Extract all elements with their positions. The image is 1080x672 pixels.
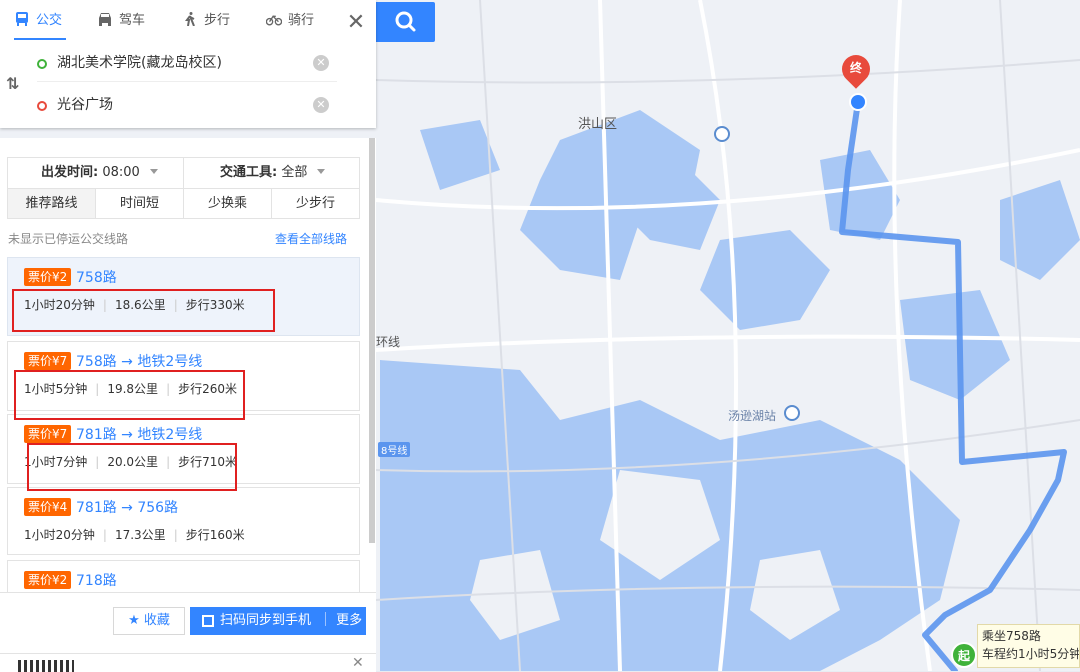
- tab-bike[interactable]: 骑行: [266, 0, 314, 40]
- map-label-ring: 环线: [376, 335, 401, 349]
- sync-label: 扫码同步到手机: [220, 613, 312, 628]
- clear-origin-icon[interactable]: ✕: [313, 55, 329, 71]
- map-label-station: 汤逊湖站: [728, 409, 777, 423]
- more-button[interactable]: 更多: [336, 613, 362, 628]
- tab-walk-label: 步行: [204, 13, 231, 28]
- tab-bike-label: 骑行: [288, 13, 315, 28]
- tooltip-line1: 乘坐758路: [982, 629, 1041, 643]
- tab-recommended[interactable]: 推荐路线: [8, 189, 95, 218]
- map-label-district: 洪山区: [578, 117, 618, 132]
- bottom-strip: ✕: [0, 653, 376, 672]
- highlight-box: [27, 443, 237, 491]
- fare-badge: 票价¥2: [24, 571, 72, 589]
- fare-badge: 票价¥7: [24, 425, 72, 443]
- tab-drive[interactable]: 驾车: [97, 0, 145, 40]
- origin-field[interactable]: 湖北美术学院(藏龙岛校区) ✕: [37, 45, 337, 82]
- car-icon: [99, 13, 111, 26]
- walk-icon: [185, 12, 195, 26]
- favorite-button[interactable]: ★ 收藏: [113, 607, 185, 635]
- show-all-link[interactable]: 查看全部线路: [275, 230, 347, 247]
- bike-icon: [266, 15, 282, 26]
- qr-thumbnail-icon: [18, 660, 74, 672]
- swap-icon[interactable]: ⇅: [6, 74, 19, 93]
- sync-to-phone-button[interactable]: 扫码同步到手机 更多: [190, 607, 366, 635]
- tab-bus[interactable]: 公交: [14, 0, 66, 40]
- filter-bar: 出发时间: 08:00 交通工具: 全部 推荐路线 时间短 少换乘 少步行: [7, 157, 360, 219]
- origin-dot-icon: [37, 59, 47, 69]
- highlight-box: [14, 370, 245, 420]
- route-name: 758路 → 地铁2号线: [76, 354, 203, 370]
- route-name: 781路 → 756路: [76, 500, 179, 516]
- origin-text: 湖北美术学院(藏龙岛校区): [57, 55, 222, 71]
- favorite-label: 收藏: [143, 613, 170, 628]
- depart-label: 出发时间:: [41, 165, 99, 180]
- route-input-panel: 公交 驾车 步行 骑行 ✕ ⇅ 湖北美术学院(藏龙岛校区) ✕ 光谷广场 ✕: [0, 0, 376, 128]
- transport-label: 交通工具:: [220, 165, 278, 180]
- map-label-line8: 8号线: [378, 442, 411, 457]
- transport-select[interactable]: 交通工具: 全部: [220, 158, 326, 188]
- depart-time-select[interactable]: 出发时间: 08:00: [41, 158, 158, 188]
- tab-walk[interactable]: 步行: [182, 0, 230, 40]
- depart-value: 08:00: [102, 165, 140, 180]
- end-marker-label: 终: [849, 61, 862, 75]
- bus-stop-icon: [849, 93, 867, 111]
- fare-badge: 票价¥4: [24, 498, 72, 516]
- notice-text: 未显示已停运公交线路: [8, 232, 129, 246]
- action-footer: ★ 收藏 扫码同步到手机 更多: [0, 592, 376, 653]
- search-button[interactable]: [376, 2, 435, 42]
- fare-badge: 票价¥2: [24, 268, 72, 286]
- tab-fewest-transfers[interactable]: 少换乘: [183, 189, 271, 218]
- destination-field[interactable]: 光谷广场 ✕: [37, 87, 337, 123]
- fare-badge: 票价¥7: [24, 352, 72, 370]
- search-icon: [395, 11, 416, 32]
- chevron-down-icon: [149, 169, 158, 174]
- route-time: 1小时20分钟: [24, 528, 95, 542]
- start-marker-label: 起: [957, 649, 970, 663]
- route-distance: 17.3公里: [114, 528, 166, 542]
- tab-shortest-time[interactable]: 时间短: [95, 189, 183, 218]
- clear-destination-icon[interactable]: ✕: [313, 97, 329, 113]
- tab-bus-label: 公交: [36, 13, 63, 28]
- scrollbar[interactable]: [369, 138, 375, 543]
- destination-text: 光谷广场: [57, 97, 113, 113]
- route-walk: 步行160米: [185, 528, 245, 542]
- route-info: 1小时20分钟 | 17.3公里 | 步行160米: [24, 528, 245, 542]
- destination-dot-icon: [37, 101, 47, 111]
- highlight-box: [12, 289, 275, 332]
- close-strip-icon[interactable]: ✕: [352, 655, 364, 671]
- route-tooltip: 乘坐758路 车程约1小时5分钟: [977, 624, 1080, 668]
- tab-least-walking[interactable]: 少步行: [271, 189, 359, 218]
- tooltip-line2: 车程约1小时5分钟: [982, 647, 1080, 661]
- bus-icon: [16, 12, 28, 26]
- route-item[interactable]: 票价¥4 781路 → 756路 1小时20分钟 | 17.3公里 | 步行160米: [7, 487, 360, 555]
- route-name: 781路 → 地铁2号线: [76, 427, 203, 443]
- transport-value: 全部: [281, 165, 308, 180]
- chevron-down-icon: [317, 169, 326, 174]
- qr-code-icon: [202, 615, 214, 627]
- close-icon[interactable]: ✕: [341, 8, 371, 38]
- route-name: 718路: [76, 573, 117, 589]
- route-name: 758路: [76, 270, 117, 286]
- star-icon: ★: [128, 613, 140, 628]
- tab-drive-label: 驾车: [119, 13, 146, 28]
